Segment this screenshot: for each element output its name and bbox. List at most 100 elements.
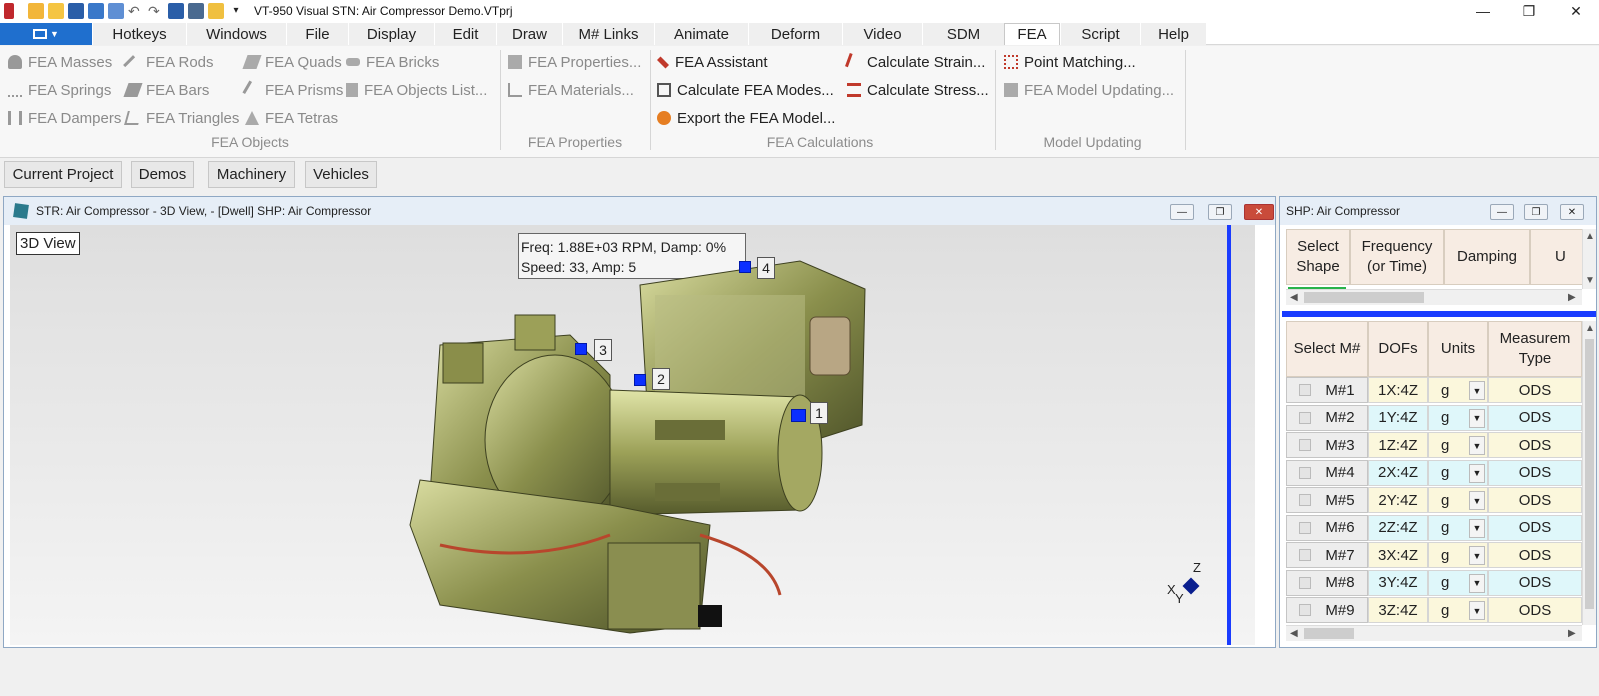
tab-fea[interactable]: FEA bbox=[1004, 23, 1060, 45]
shape-grid-hscroll[interactable]: ◀ ▶ bbox=[1286, 289, 1582, 305]
header-measurement-type[interactable]: Measurem Type bbox=[1488, 321, 1582, 377]
export-fea-model-button[interactable]: Export the FEA Model... bbox=[657, 107, 835, 129]
open-folder-icon[interactable] bbox=[48, 3, 64, 19]
tab-file[interactable]: File bbox=[286, 23, 348, 45]
tab-animate[interactable]: Animate bbox=[654, 23, 748, 45]
measurement-type-cell[interactable]: ODS bbox=[1488, 459, 1582, 486]
measurement-type-cell[interactable]: ODS bbox=[1488, 404, 1582, 431]
table-row[interactable]: M#4 2X:4Z g ▼ ODS bbox=[1286, 459, 1582, 488]
table-row[interactable]: M#6 2Z:4Z g ▼ ODS bbox=[1286, 514, 1582, 543]
unit-cell[interactable]: g ▼ bbox=[1428, 432, 1488, 458]
calculate-strain-button[interactable]: Calculate Strain... bbox=[845, 51, 985, 73]
fea-assistant-button[interactable]: FEA Assistant bbox=[656, 51, 768, 73]
tab-m-links[interactable]: M# Links bbox=[562, 23, 654, 45]
measurement-point-4[interactable] bbox=[739, 261, 751, 273]
vehicles-button[interactable]: Vehicles bbox=[305, 161, 377, 188]
table-row[interactable]: M#1 1X:4Z g ▼ ODS bbox=[1286, 377, 1582, 405]
table-row[interactable]: M#8 3Y:4Z g ▼ ODS bbox=[1286, 569, 1582, 598]
monitor-icon[interactable] bbox=[188, 3, 204, 19]
row-select-checkbox[interactable] bbox=[1299, 384, 1312, 396]
shape-grid-vscroll[interactable]: ▲ ▼ bbox=[1582, 229, 1596, 289]
scroll-up-icon[interactable]: ▲ bbox=[1585, 231, 1595, 242]
unit-cell[interactable]: g ▼ bbox=[1428, 487, 1488, 513]
dof-cell[interactable]: 2Y:4Z bbox=[1368, 487, 1428, 513]
fea-bars-button[interactable]: FEA Bars bbox=[123, 79, 209, 101]
scroll-thumb[interactable] bbox=[1304, 628, 1354, 639]
air-compressor-model[interactable] bbox=[10, 225, 1255, 645]
chevron-down-icon[interactable]: ▼ bbox=[1469, 491, 1485, 510]
dof-cell[interactable]: 3Z:4Z bbox=[1368, 597, 1428, 623]
chevron-down-icon[interactable]: ▼ bbox=[1469, 381, 1485, 400]
shp-restore-button[interactable]: ❐ bbox=[1524, 204, 1548, 220]
tab-deform[interactable]: Deform bbox=[748, 23, 842, 45]
str-window-titlebar[interactable]: STR: Air Compressor - 3D View, - [Dwell]… bbox=[4, 197, 1275, 225]
row-select-checkbox[interactable] bbox=[1299, 521, 1312, 534]
fea-rods-button[interactable]: FEA Rods bbox=[123, 51, 214, 75]
unit-cell[interactable]: g ▼ bbox=[1428, 459, 1488, 486]
calculate-stress-button[interactable]: Calculate Stress... bbox=[847, 79, 989, 101]
dof-cell[interactable]: 3X:4Z bbox=[1368, 542, 1428, 568]
measurement-type-cell[interactable]: ODS bbox=[1488, 542, 1582, 568]
str-close-button[interactable]: ✕ bbox=[1244, 204, 1274, 220]
undo-icon[interactable]: ↶ bbox=[128, 3, 144, 19]
dof-cell[interactable]: 2Z:4Z bbox=[1368, 514, 1428, 541]
unit-cell[interactable]: g ▼ bbox=[1428, 377, 1488, 403]
header-select-m[interactable]: Select M# bbox=[1286, 321, 1368, 377]
measurement-point-1[interactable] bbox=[791, 409, 806, 422]
row-select-checkbox[interactable] bbox=[1299, 494, 1312, 506]
measurement-type-cell[interactable]: ODS bbox=[1488, 569, 1582, 596]
close-button[interactable]: ✕ bbox=[1553, 0, 1599, 22]
new-folder-icon[interactable] bbox=[28, 3, 44, 19]
unit-cell[interactable]: g ▼ bbox=[1428, 569, 1488, 596]
tab-help[interactable]: Help bbox=[1140, 23, 1206, 45]
measurement-point-3[interactable] bbox=[575, 343, 587, 355]
splitter-bar[interactable] bbox=[1282, 311, 1596, 317]
measurement-type-cell[interactable]: ODS bbox=[1488, 432, 1582, 458]
unit-cell[interactable]: g ▼ bbox=[1428, 542, 1488, 568]
row-select-checkbox[interactable] bbox=[1299, 604, 1312, 616]
fea-bricks-button[interactable]: FEA Bricks bbox=[346, 51, 439, 73]
machinery-button[interactable]: Machinery bbox=[208, 161, 295, 188]
table-icon[interactable] bbox=[108, 3, 124, 19]
m-grid-hscroll[interactable]: ◀ ▶ bbox=[1286, 625, 1582, 641]
table-row[interactable]: M#9 3Z:4Z g ▼ ODS bbox=[1286, 597, 1582, 625]
row-select-checkbox[interactable] bbox=[1299, 466, 1312, 479]
table-row[interactable]: M#2 1Y:4Z g ▼ ODS bbox=[1286, 404, 1582, 433]
redo-icon[interactable]: ↷ bbox=[148, 3, 164, 19]
fea-triangles-button[interactable]: FEA Triangles bbox=[124, 107, 239, 129]
tab-windows[interactable]: Windows bbox=[186, 23, 286, 45]
shp-window-titlebar[interactable]: SHP: Air Compressor — ❐ ✕ bbox=[1280, 197, 1596, 225]
header-dofs[interactable]: DOFs bbox=[1368, 321, 1428, 377]
row-select-cell[interactable]: M#1 bbox=[1286, 377, 1368, 403]
header-frequency[interactable]: Frequency (or Time) bbox=[1350, 229, 1444, 285]
header-select-shape[interactable]: Select Shape bbox=[1286, 229, 1350, 285]
window-icon[interactable] bbox=[208, 3, 224, 19]
unit-cell[interactable]: g ▼ bbox=[1428, 597, 1488, 623]
unit-cell[interactable]: g ▼ bbox=[1428, 404, 1488, 431]
dropdown-icon[interactable]: ▾ bbox=[228, 3, 244, 19]
row-select-cell[interactable]: M#9 bbox=[1286, 597, 1368, 623]
minimize-button[interactable]: — bbox=[1460, 0, 1506, 22]
measurement-type-cell[interactable]: ODS bbox=[1488, 487, 1582, 513]
str-minimize-button[interactable]: — bbox=[1170, 204, 1194, 220]
chevron-down-icon[interactable]: ▼ bbox=[1469, 436, 1485, 455]
table-row[interactable]: M#7 3X:4Z g ▼ ODS bbox=[1286, 542, 1582, 570]
tab-display[interactable]: Display bbox=[348, 23, 434, 45]
table-row[interactable]: M#3 1Z:4Z g ▼ ODS bbox=[1286, 432, 1582, 460]
app-menu-button[interactable]: ▼ bbox=[0, 23, 92, 45]
layout-icon[interactable] bbox=[88, 3, 104, 19]
table-row[interactable]: M#5 2Y:4Z g ▼ ODS bbox=[1286, 487, 1582, 515]
shp-close-button[interactable]: ✕ bbox=[1560, 204, 1584, 220]
scroll-left-icon[interactable]: ◀ bbox=[1290, 292, 1298, 303]
shp-minimize-button[interactable]: — bbox=[1490, 204, 1514, 220]
row-select-cell[interactable]: M#3 bbox=[1286, 432, 1368, 458]
chevron-down-icon[interactable]: ▼ bbox=[1469, 546, 1485, 565]
fea-springs-button[interactable]: FEA Springs bbox=[8, 79, 111, 101]
measurement-type-cell[interactable]: ODS bbox=[1488, 514, 1582, 541]
fea-properties-button[interactable]: FEA Properties... bbox=[508, 51, 641, 73]
dof-cell[interactable]: 1X:4Z bbox=[1368, 377, 1428, 403]
dof-cell[interactable]: 1Y:4Z bbox=[1368, 404, 1428, 431]
row-select-cell[interactable]: M#2 bbox=[1286, 404, 1368, 431]
tab-hotkeys[interactable]: Hotkeys bbox=[92, 23, 186, 45]
scroll-thumb[interactable] bbox=[1304, 292, 1424, 303]
